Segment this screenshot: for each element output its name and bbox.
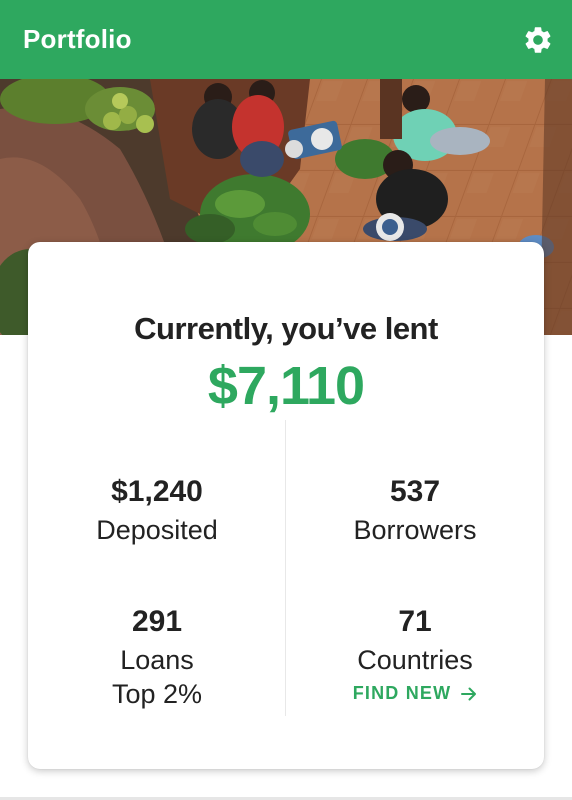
deposited-label: Deposited (96, 515, 218, 545)
arrow-right-icon (461, 687, 477, 700)
stat-countries: 71 Countries FIND NEW (286, 604, 544, 704)
find-new-link[interactable]: FIND NEW (353, 683, 478, 704)
gear-icon[interactable] (522, 24, 554, 56)
stat-borrowers: 537 Borrowers (286, 474, 544, 547)
countries-value: 71 (398, 605, 432, 638)
app-header: Portfolio (0, 0, 572, 79)
portfolio-summary-card: Currently, you’ve lent $7,110 $1,240 Dep… (28, 242, 544, 769)
lent-heading: Currently, you’ve lent (134, 311, 438, 346)
page-title: Portfolio (23, 24, 132, 54)
find-new-label: FIND NEW (352, 683, 452, 703)
loans-rank: Top 2% (111, 679, 203, 709)
stat-loans: 291 Loans Top 2% (28, 604, 286, 711)
loans-value: 291 (131, 605, 183, 638)
loans-label: Loans (120, 645, 194, 675)
countries-label: Countries (357, 645, 473, 675)
borrowers-label: Borrowers (353, 515, 477, 545)
total-lent-amount: $7,110 (207, 356, 365, 416)
stat-deposited: $1,240 Deposited (28, 474, 286, 547)
deposited-value: $1,240 (111, 475, 203, 508)
borrowers-value: 537 (389, 475, 441, 508)
